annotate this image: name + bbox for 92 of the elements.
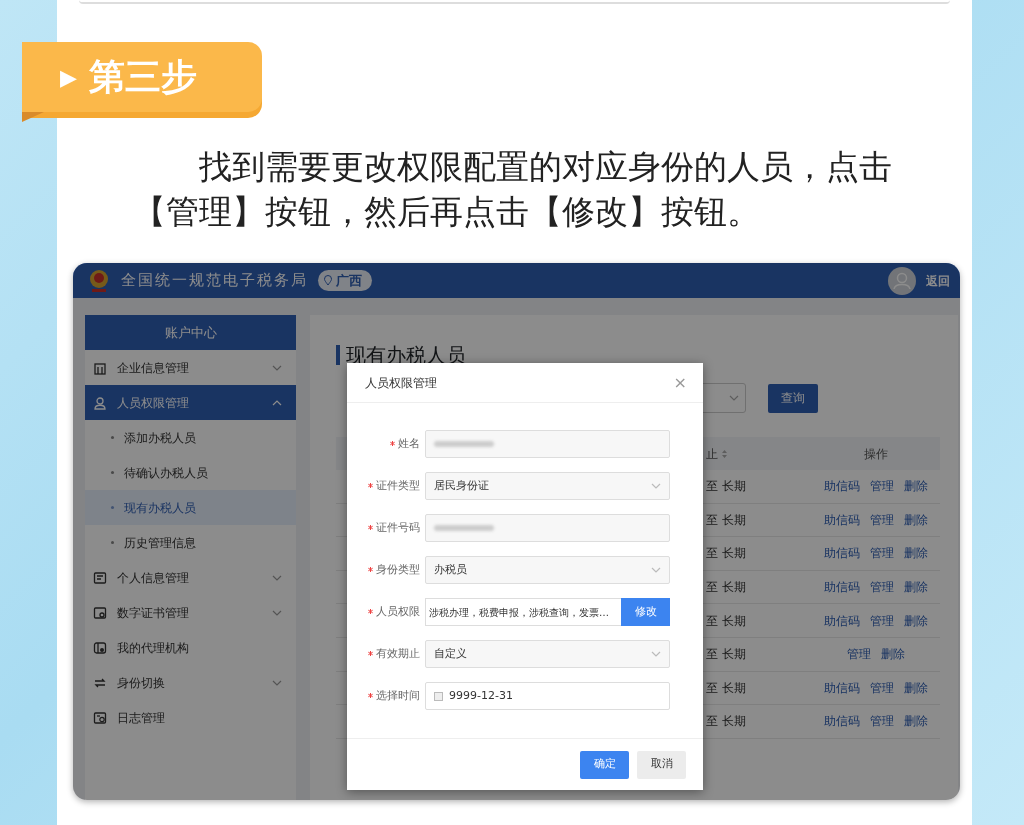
sidebar-item[interactable]: 数字证书管理	[85, 595, 296, 630]
confirm-button[interactable]: 确定	[580, 750, 629, 779]
field-label: 人员权限	[376, 604, 420, 618]
building-icon	[93, 360, 107, 375]
region-tag[interactable]: 广西	[318, 269, 372, 292]
table-action-link[interactable]: 管理	[870, 712, 894, 731]
location-pin-icon	[324, 275, 332, 286]
table-cell-text: 至 长期	[706, 478, 746, 496]
field-label: 证件号码	[376, 520, 420, 534]
chevron-down-icon	[651, 651, 661, 657]
search-button[interactable]: 查询	[768, 383, 818, 413]
site-title: 全国统一规范电子税务局	[121, 270, 308, 292]
table-cell-text: 至 长期	[706, 646, 746, 664]
edit-button[interactable]: 修改	[621, 598, 670, 626]
column-header: 止	[706, 445, 718, 463]
table-action-link[interactable]: 删除	[904, 544, 928, 563]
close-button[interactable]: ×	[673, 370, 687, 395]
table-action-link[interactable]: 助信码	[824, 678, 860, 697]
select-field[interactable]: 办税员	[425, 556, 670, 584]
table-action-link[interactable]: 删除	[904, 477, 928, 496]
table-action-link[interactable]: 管理	[870, 578, 894, 597]
instruction-text: 找到需要更改权限配置的对应身份的人员，点击【管理】按钮，然后再点击【修改】按钮。	[133, 146, 893, 233]
input-field[interactable]	[425, 514, 670, 542]
table-action-link[interactable]: 助信码	[824, 510, 860, 529]
chevron-down-icon	[272, 609, 282, 616]
input-field[interactable]: 涉税办理，税费申报，涉税查询，发票…	[425, 598, 621, 626]
step-title: 第三步	[88, 55, 197, 99]
sidebar-subitem[interactable]: 添加办税人员	[85, 420, 296, 455]
chevron-down-icon	[272, 679, 282, 686]
table-cell-text: 至 长期	[706, 679, 746, 697]
table-action-link[interactable]: 管理	[870, 611, 894, 630]
date-field[interactable]: 9999-12-31	[425, 682, 670, 710]
sidebar-item[interactable]: 人员权限管理	[85, 385, 296, 420]
chevron-down-icon	[729, 395, 739, 401]
table-action-link[interactable]: 删除	[904, 611, 928, 630]
back-link[interactable]: 返回	[926, 271, 950, 290]
field-label: 姓名	[398, 436, 420, 450]
sidebar-subitem[interactable]: 现有办税人员	[85, 490, 296, 525]
table-action-link[interactable]: 助信码	[824, 712, 860, 731]
log-icon	[93, 710, 107, 725]
field-label: 选择时间	[376, 688, 420, 702]
table-cell-text: 至 长期	[706, 612, 746, 630]
sidebar-title: 账户中心	[85, 315, 296, 350]
table-action-link[interactable]: 管理	[870, 544, 894, 563]
sidebar-item[interactable]: 日志管理	[85, 700, 296, 735]
sidebar-item[interactable]: 个人信息管理	[85, 560, 296, 595]
table-action-link[interactable]: 助信码	[824, 611, 860, 630]
table-cell-text: 至 长期	[706, 545, 746, 563]
select-field[interactable]: 居民身份证	[425, 472, 670, 500]
table-cell-text: 至 长期	[706, 511, 746, 529]
chevron-down-icon	[272, 364, 282, 371]
table-action-link[interactable]: 删除	[904, 510, 928, 529]
cancel-button[interactable]: 取消	[637, 750, 686, 779]
person-icon	[93, 395, 107, 410]
avatar-icon	[888, 266, 916, 295]
sidebar-item[interactable]: 企业信息管理	[85, 350, 296, 385]
agency-icon	[93, 640, 107, 655]
table-action-link[interactable]: 管理	[847, 645, 871, 664]
column-header: 操作	[864, 445, 888, 463]
table-cell-text: 至 长期	[706, 579, 746, 597]
field-label: 身份类型	[376, 562, 420, 576]
ribbon-fold	[22, 112, 44, 122]
table-action-link[interactable]: 删除	[904, 712, 928, 731]
sidebar-item[interactable]: 身份切换	[85, 665, 296, 700]
table-action-link[interactable]: 删除	[904, 678, 928, 697]
table-action-link[interactable]: 删除	[904, 578, 928, 597]
sidebar-subitem[interactable]: 待确认办税人员	[85, 455, 296, 490]
field-label: 有效期止	[376, 646, 420, 660]
table-action-link[interactable]: 助信码	[824, 477, 860, 496]
table-action-link[interactable]: 删除	[881, 645, 905, 664]
table-action-link[interactable]: 助信码	[824, 578, 860, 597]
table-action-link[interactable]: 助信码	[824, 544, 860, 563]
chevron-up-icon	[272, 399, 282, 406]
select-field[interactable]: 自定义	[425, 640, 670, 668]
chevron-down-icon	[272, 574, 282, 581]
chevron-down-icon	[651, 483, 661, 489]
table-action-link[interactable]: 管理	[870, 477, 894, 496]
table-action-link[interactable]: 管理	[870, 510, 894, 529]
table-action-link[interactable]: 管理	[870, 678, 894, 697]
field-label: 证件类型	[376, 478, 420, 492]
calendar-icon	[434, 691, 443, 701]
table-cell-text: 至 长期	[706, 713, 746, 731]
chevron-down-icon	[651, 567, 661, 573]
certificate-icon	[93, 605, 107, 620]
sidebar-subitem[interactable]: 历史管理信息	[85, 525, 296, 560]
input-field[interactable]	[425, 430, 670, 458]
dialog-title: 人员权限管理	[365, 374, 437, 392]
sidebar-item[interactable]: 我的代理机构	[85, 630, 296, 665]
id-card-icon	[93, 570, 107, 585]
play-marker: ▶	[60, 63, 77, 92]
emblem-icon	[87, 267, 111, 294]
sort-icon	[721, 448, 728, 459]
